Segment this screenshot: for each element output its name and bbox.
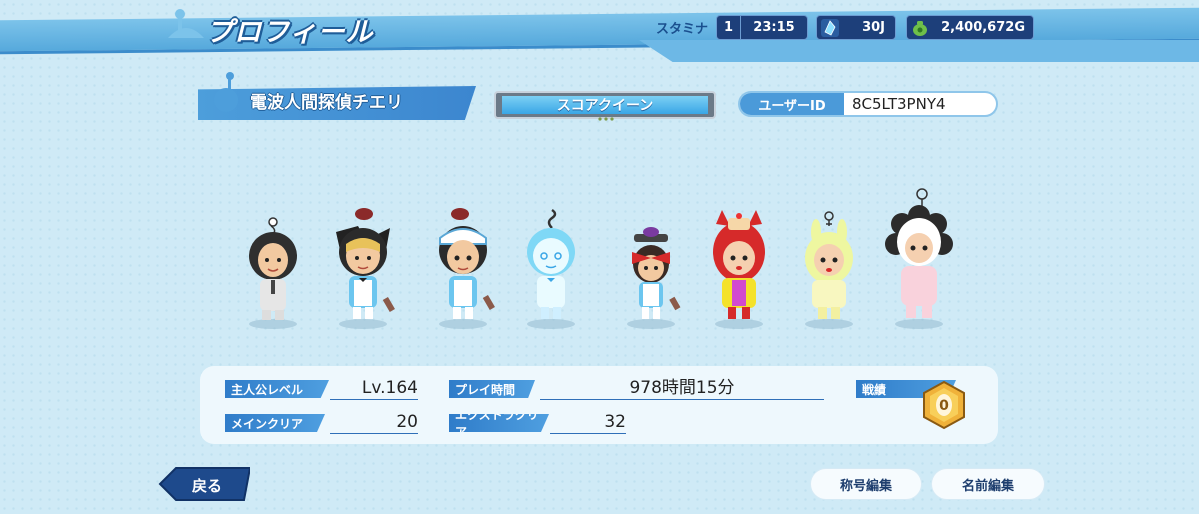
edit-name-button[interactable]: 名前編集 xyxy=(931,468,1045,500)
gold-count: 2,400,672G xyxy=(941,20,1025,35)
stamina-label: スタミナ xyxy=(656,22,709,37)
character-1-avatar xyxy=(249,217,297,329)
user-id-box: ユーザーID 8C5LT3PNY4 xyxy=(738,91,998,117)
character-6[interactable] xyxy=(704,180,774,330)
antenna-icon xyxy=(168,9,204,38)
back-button-label: 戻る xyxy=(192,477,223,495)
crystal-icon xyxy=(821,19,839,37)
character-4[interactable] xyxy=(516,180,586,330)
character-6-avatar xyxy=(713,210,765,329)
player-title: スコアクイーン xyxy=(502,96,708,114)
hero-level-label: 主人公レベル xyxy=(225,380,329,398)
page-title: プロフィール xyxy=(206,17,374,48)
main-clear-label: メインクリア xyxy=(225,414,325,432)
gem-count: 30J xyxy=(862,20,885,35)
gem-display: 30J xyxy=(816,15,896,40)
character-3[interactable] xyxy=(428,180,498,330)
header-bar: プロフィール スタミナ 1 23:15 30J 2,400,672G xyxy=(0,0,1199,62)
extra-clear-value: 32 xyxy=(550,412,626,434)
title-ornament-icon xyxy=(598,117,614,121)
character-8-avatar xyxy=(885,188,953,329)
extra-clear-label: エクストラクリア xyxy=(449,414,549,432)
title-plate: スコアクイーン xyxy=(494,91,716,119)
player-name: 電波人間探偵チエリ xyxy=(250,93,403,113)
character-7[interactable] xyxy=(794,180,864,330)
stamina-timer: 23:15 xyxy=(753,20,795,35)
hero-level-value: Lv.164 xyxy=(330,378,418,400)
edit-title-button[interactable]: 称号編集 xyxy=(810,468,922,500)
character-lineup xyxy=(0,180,1199,340)
character-7-avatar xyxy=(805,211,853,329)
user-id-value: 8C5LT3PNY4 xyxy=(852,95,946,113)
play-time-label: プレイ時間 xyxy=(449,380,535,398)
play-time-value: 978時間15分 xyxy=(540,378,824,400)
user-id-label: ユーザーID xyxy=(740,93,844,115)
character-2-avatar xyxy=(336,208,395,329)
character-5-avatar xyxy=(627,227,681,329)
stamina-count: 1 xyxy=(717,16,741,39)
character-4-avatar xyxy=(527,208,575,329)
antenna-icon xyxy=(214,72,238,112)
back-button[interactable]: 戻る xyxy=(158,466,252,502)
character-8[interactable] xyxy=(884,180,954,330)
header-band-accent xyxy=(639,40,1199,62)
character-3-avatar xyxy=(439,208,495,329)
main-clear-value: 20 xyxy=(330,412,418,434)
medal-icon: 0 xyxy=(923,380,965,430)
character-5[interactable] xyxy=(616,180,686,330)
gold-display: 2,400,672G xyxy=(906,15,1034,40)
character-1[interactable] xyxy=(238,180,308,330)
money-bag-icon xyxy=(913,21,927,36)
character-2[interactable] xyxy=(328,180,398,330)
stamina-display: 1 23:15 xyxy=(716,15,808,40)
medal-value: 0 xyxy=(939,398,949,414)
